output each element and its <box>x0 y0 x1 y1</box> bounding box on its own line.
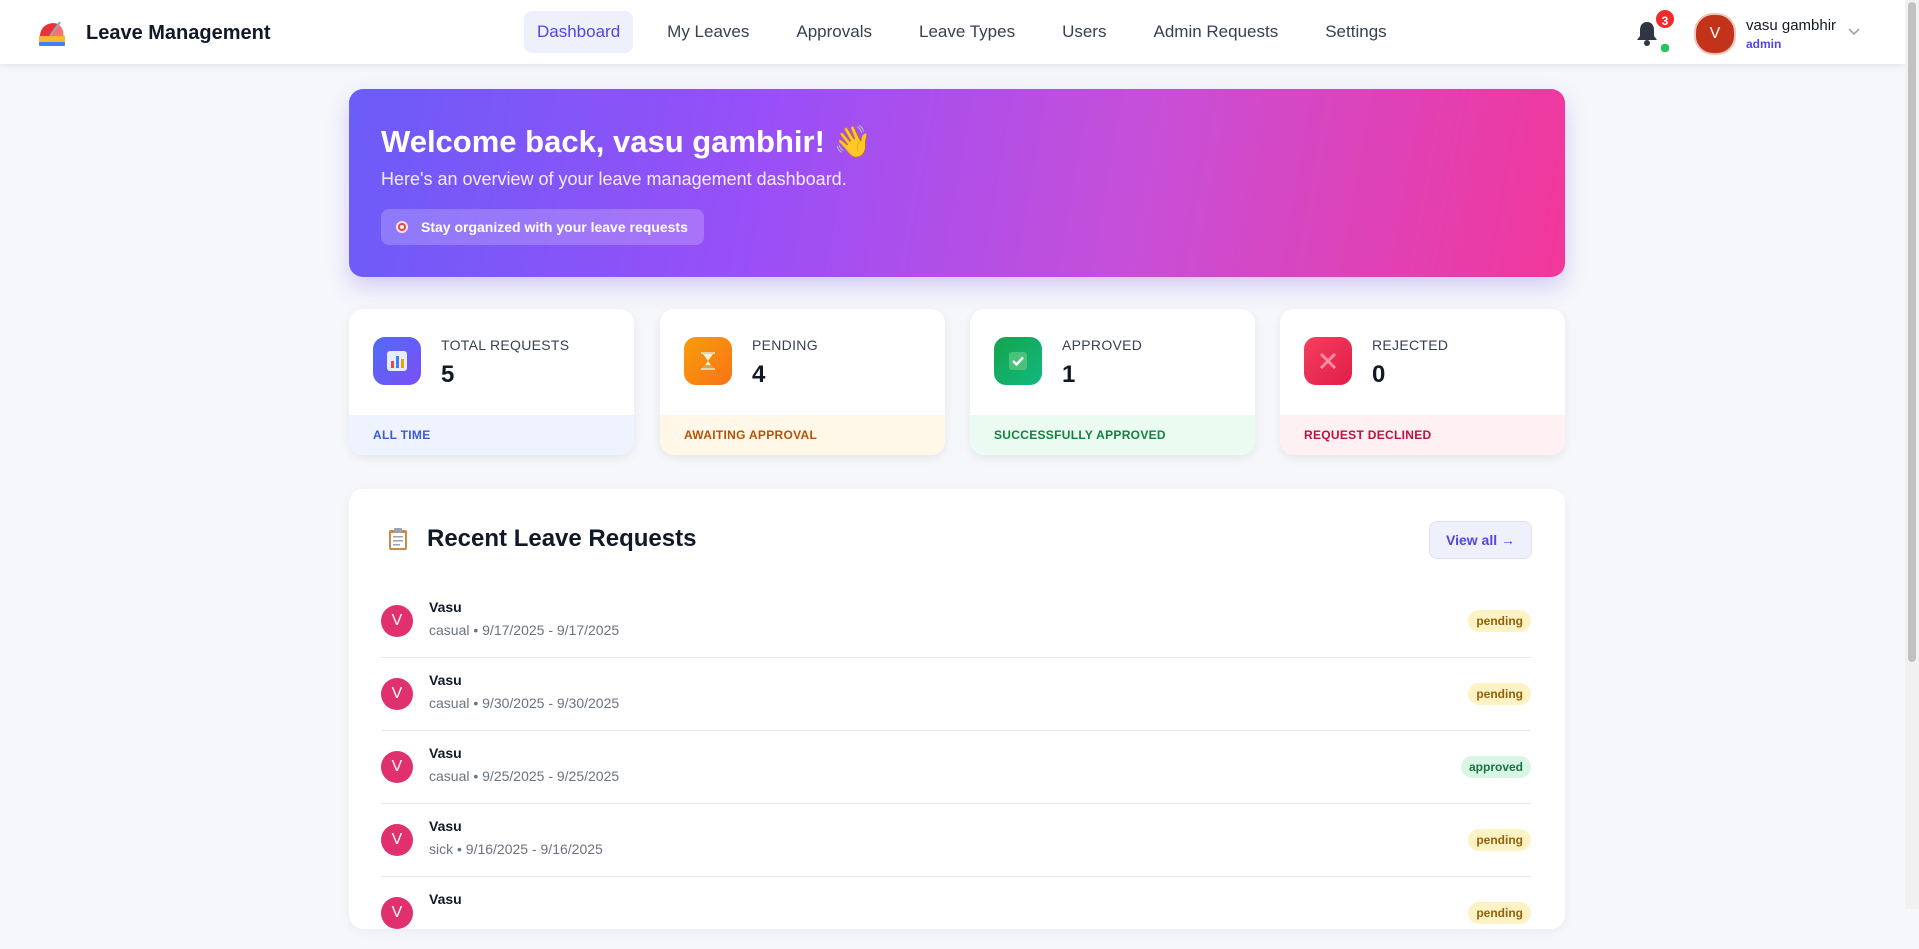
check-icon <box>994 337 1042 385</box>
request-employee-name: Vasu <box>429 599 462 615</box>
status-badge: pending <box>1468 683 1531 705</box>
list-item[interactable]: V Vasu casual • 9/30/2025 - 9/30/2025 pe… <box>381 658 1531 731</box>
notification-count-badge: 3 <box>1654 8 1676 30</box>
request-details: casual • 9/30/2025 - 9/30/2025 <box>429 695 620 711</box>
stat-footer: ALL TIME <box>349 415 634 455</box>
stat-value: 0 <box>1372 361 1386 388</box>
recent-requests-title: Recent Leave Requests <box>427 525 697 552</box>
avatar: V <box>381 678 413 710</box>
view-all-button[interactable]: View all → <box>1429 521 1532 559</box>
top-navbar: Leave Management Dashboard My Leaves App… <box>0 0 1905 64</box>
request-employee-name: Vasu <box>429 818 462 834</box>
status-badge: pending <box>1468 610 1531 632</box>
x-icon <box>1304 337 1352 385</box>
main-nav: Dashboard My Leaves Approvals Leave Type… <box>524 11 1421 53</box>
stat-label: PENDING <box>752 337 818 353</box>
umbrella-logo-icon <box>36 18 68 48</box>
stat-card-pending[interactable]: PENDING 4 AWAITING APPROVAL <box>660 309 945 455</box>
avatar: V <box>381 824 413 856</box>
stat-label: TOTAL REQUESTS <box>441 337 570 353</box>
chevron-down-icon <box>1848 28 1860 36</box>
request-details: casual • 9/17/2025 - 9/17/2025 <box>429 622 620 638</box>
avatar: V <box>381 751 413 783</box>
request-details: sick • 9/16/2025 - 9/16/2025 <box>429 841 603 857</box>
target-icon <box>396 221 408 233</box>
clipboard-icon <box>389 528 407 550</box>
user-avatar: V <box>1694 13 1736 55</box>
page-scrollbar[interactable] <box>1905 0 1919 909</box>
nav-my-leaves[interactable]: My Leaves <box>654 11 762 53</box>
list-item[interactable]: V Vasu pending <box>381 877 1531 949</box>
status-badge: approved <box>1460 756 1531 778</box>
welcome-pill: Stay organized with your leave requests <box>381 209 704 245</box>
stat-value: 4 <box>752 361 766 388</box>
stat-card-rejected[interactable]: REJECTED 0 REQUEST DECLINED <box>1280 309 1565 455</box>
request-employee-name: Vasu <box>429 672 462 688</box>
brand[interactable]: Leave Management <box>36 18 271 48</box>
nav-approvals[interactable]: Approvals <box>783 11 885 53</box>
user-name: vasu gambhir <box>1746 17 1837 34</box>
stat-footer: AWAITING APPROVAL <box>660 415 945 455</box>
stat-value: 1 <box>1062 361 1076 388</box>
request-details: casual • 9/25/2025 - 9/25/2025 <box>429 768 620 784</box>
welcome-subtitle: Here's an overview of your leave managem… <box>381 169 847 189</box>
request-employee-name: Vasu <box>429 745 462 761</box>
welcome-banner: Welcome back, vasu gambhir! 👋 Here's an … <box>349 89 1565 277</box>
user-menu[interactable]: V vasu gambhir admin <box>1694 13 1860 55</box>
stat-footer: SUCCESSFULLY APPROVED <box>970 415 1255 455</box>
recent-requests-list: V Vasu casual • 9/17/2025 - 9/17/2025 pe… <box>381 585 1531 949</box>
nav-admin-requests[interactable]: Admin Requests <box>1140 11 1291 53</box>
stat-label: REJECTED <box>1372 337 1449 353</box>
stat-footer: REQUEST DECLINED <box>1280 415 1565 455</box>
stat-card-approved[interactable]: APPROVED 1 SUCCESSFULLY APPROVED <box>970 309 1255 455</box>
avatar: V <box>381 897 413 929</box>
scrollbar-thumb[interactable] <box>1908 2 1916 662</box>
list-item[interactable]: V Vasu sick • 9/16/2025 - 9/16/2025 pend… <box>381 804 1531 877</box>
online-status-dot <box>1660 43 1670 53</box>
nav-leave-types[interactable]: Leave Types <box>906 11 1028 53</box>
nav-settings[interactable]: Settings <box>1312 11 1399 53</box>
chart-icon <box>373 337 421 385</box>
user-role: admin <box>1746 37 1782 51</box>
status-badge: pending <box>1468 829 1531 851</box>
request-employee-name: Vasu <box>429 891 462 907</box>
stat-card-total[interactable]: TOTAL REQUESTS 5 ALL TIME <box>349 309 634 455</box>
status-badge: pending <box>1468 902 1531 924</box>
welcome-pill-text: Stay organized with your leave requests <box>421 219 688 235</box>
nav-users[interactable]: Users <box>1049 11 1119 53</box>
list-item[interactable]: V Vasu casual • 9/25/2025 - 9/25/2025 ap… <box>381 731 1531 804</box>
stat-label: APPROVED <box>1062 337 1143 353</box>
list-item[interactable]: V Vasu casual • 9/17/2025 - 9/17/2025 pe… <box>381 585 1531 658</box>
hourglass-icon <box>684 337 732 385</box>
welcome-title: Welcome back, vasu gambhir! 👋 <box>381 124 873 159</box>
app-title: Leave Management <box>86 21 271 44</box>
avatar: V <box>381 605 413 637</box>
stat-value: 5 <box>441 361 455 388</box>
nav-dashboard[interactable]: Dashboard <box>524 11 634 53</box>
notifications-button[interactable]: 3 <box>1636 8 1676 53</box>
recent-requests-panel: Recent Leave Requests View all → V Vasu … <box>349 489 1565 929</box>
